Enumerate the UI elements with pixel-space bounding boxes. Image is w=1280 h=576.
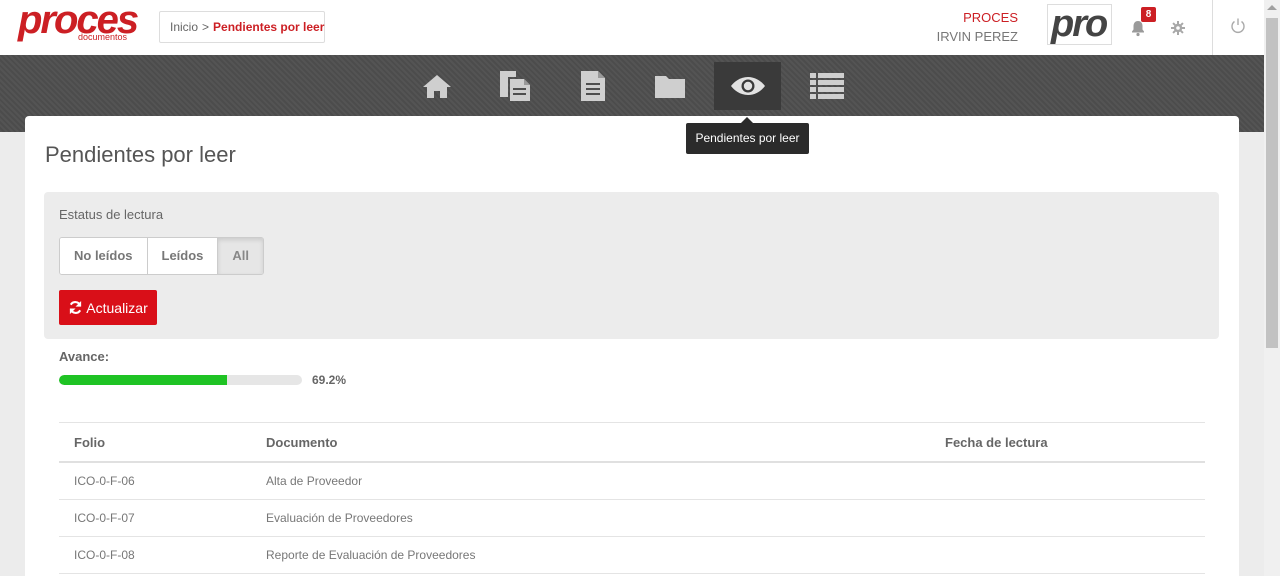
power-icon[interactable] [1229,17,1247,35]
cell-folio: ICO-0-F-06 [74,474,135,488]
user-name: IRVIN PEREZ [936,29,1018,44]
company-user-info: PROCES IRVIN PEREZ [937,8,1018,46]
documents-table: Folio Documento Fecha de lectura ICO-0-F… [59,422,1205,574]
page-title: Pendientes por leer [45,142,236,167]
progress-label: Avance: [59,349,110,364]
column-header-documento[interactable]: Documento [251,435,930,450]
progress-fill [59,375,228,385]
read-status-toggle: No leídos Leídos All [59,237,265,275]
column-header-folio[interactable]: Folio [59,435,251,450]
logo-subtext: documentos [78,32,128,42]
breadcrumb: Inicio > Pendientes por leer [159,11,325,43]
cell-folio: ICO-0-F-08 [74,548,135,562]
gear-icon[interactable] [1171,21,1185,35]
top-header: proces documentos Inicio > Pendientes por … [0,0,1264,55]
home-icon[interactable] [403,62,470,110]
notification-badge: 8 [1141,7,1156,22]
document-icon[interactable] [559,62,626,110]
refresh-icon [70,300,82,315]
nav-tooltip: Pendientes por leer [686,117,809,154]
company-name: PROCES [963,10,1018,25]
scroll-thumb[interactable] [1266,18,1278,348]
content-card: Pendientes por leer Estatus de lectura N… [25,116,1239,576]
filter-read-button[interactable]: Leídos [147,238,219,274]
filter-label: Estatus de lectura [59,207,164,222]
cell-documento: Evaluación de Proveedores [266,511,413,525]
table-row[interactable]: ICO-0-F-08 Reporte de Evaluación de Prov… [59,537,1205,574]
page-scrollbar[interactable] [1264,0,1280,576]
breadcrumb-current: Pendientes por leer [213,20,325,34]
copy-documents-icon[interactable] [481,62,548,110]
table-row[interactable]: ICO-0-F-06 Alta de Proveedor [59,463,1205,500]
refresh-button-label: Actualizar [86,299,148,316]
filter-unread-button[interactable]: No leídos [60,238,148,274]
refresh-button[interactable]: Actualizar [59,290,157,325]
scroll-up-icon[interactable] [1267,5,1277,10]
list-icon[interactable] [793,62,860,110]
eye-icon[interactable] [714,62,781,110]
breadcrumb-home-link[interactable]: Inicio [170,20,198,34]
company-logo: pro [1047,4,1112,45]
column-header-fecha[interactable]: Fecha de lectura [930,435,1205,450]
cell-documento: Reporte de Evaluación de Proveedores [266,548,476,562]
header-divider [1212,0,1213,55]
filter-all-button[interactable]: All [218,238,264,274]
cell-folio: ICO-0-F-07 [74,511,135,525]
company-logo-text: pro [1051,4,1108,45]
progress-bar [59,375,302,385]
filter-panel: Estatus de lectura No leídos Leídos All … [44,192,1219,339]
table-header: Folio Documento Fecha de lectura [59,423,1205,463]
cell-documento: Alta de Proveedor [266,474,363,488]
table-row[interactable]: ICO-0-F-07 Evaluación de Proveedores [59,500,1205,537]
breadcrumb-separator: > [202,20,210,34]
proces-logo[interactable]: proces documentos [18,0,139,44]
folder-icon[interactable] [636,62,703,110]
progress-value: 69.2% [312,373,347,387]
